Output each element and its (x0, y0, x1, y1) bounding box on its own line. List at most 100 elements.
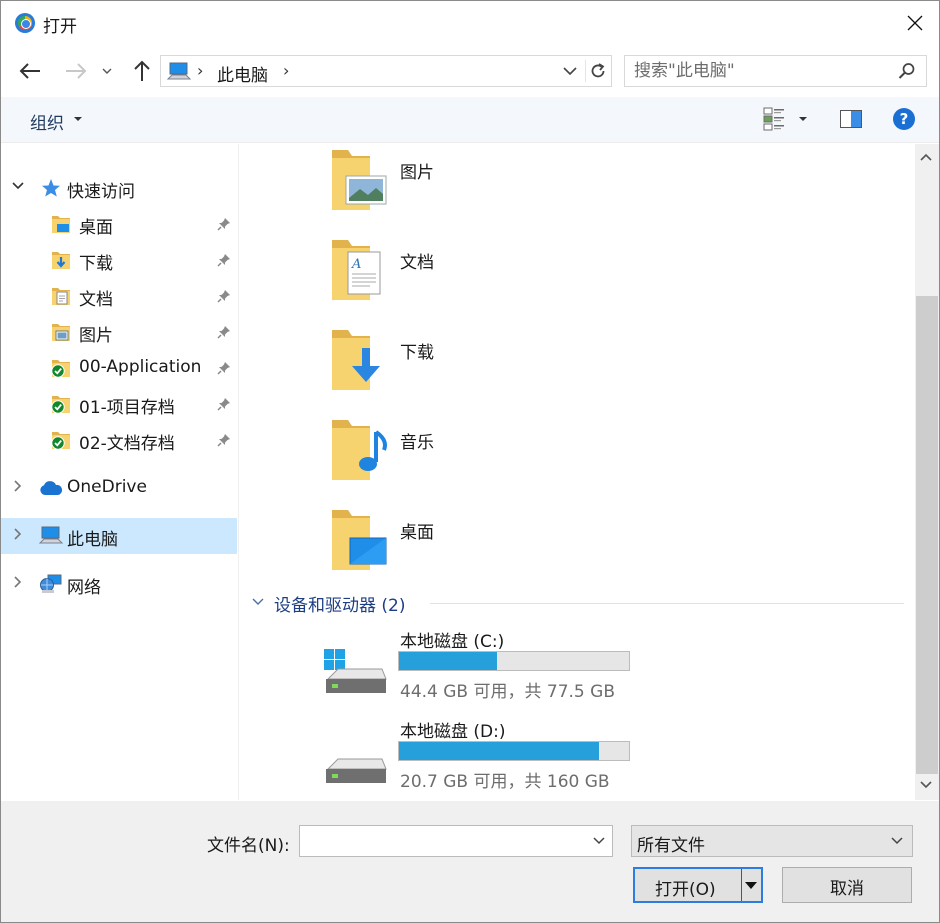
sidebar-item-label: 快速访问 (67, 182, 135, 202)
chevron-down-icon (563, 66, 577, 75)
window-title: 打开 (43, 17, 77, 37)
folder-name: 文档 (400, 253, 434, 273)
open-file-dialog: 打开 › 此电脑 › 组织 (0, 0, 940, 923)
pin-icon[interactable] (217, 396, 231, 416)
sidebar-item-label: 图片 (79, 326, 113, 346)
cancel-button[interactable]: 取消 (782, 867, 912, 903)
cancel-button-label: 取消 (830, 879, 864, 899)
sidebar-item-quick-2[interactable]: 文档 (1, 278, 237, 314)
scrollbar-thumb[interactable] (916, 296, 938, 774)
chevron-right-icon[interactable] (11, 575, 25, 589)
address-dropdown-button[interactable] (559, 60, 581, 82)
breadcrumb-separator-icon[interactable]: › (283, 61, 289, 80)
pin-icon[interactable] (217, 288, 231, 308)
open-options-caret-icon[interactable] (745, 882, 757, 889)
documents-folder-icon: A (330, 238, 390, 307)
sidebar-item-quick-4[interactable]: 00-Application (1, 350, 237, 386)
organize-menu-button[interactable]: 组织 (30, 109, 64, 134)
pin-icon[interactable] (217, 360, 231, 380)
refresh-icon (591, 63, 604, 78)
navigation-pane: 快速访问 桌面下载文档图片 00-Application 01-项目存档 02-文档存… (1, 144, 239, 800)
drive-item[interactable]: 本地磁盘 (D:) 20.7 GB 可用，共 160 GB (320, 717, 640, 800)
caret-down-icon[interactable] (74, 117, 82, 121)
address-bar[interactable]: › 此电脑 › (160, 55, 612, 87)
drive-name: 本地磁盘 (C:) (400, 632, 505, 652)
search-input[interactable] (634, 59, 889, 83)
synced-folder-icon (51, 358, 71, 383)
star-icon (42, 179, 60, 197)
group-divider (430, 603, 904, 604)
drive-free-space: 44.4 GB 可用，共 77.5 GB (400, 682, 615, 702)
split-divider (741, 869, 742, 901)
sidebar-item-quick-6[interactable]: 02-文档存档 (1, 422, 237, 458)
computer-icon (167, 62, 191, 80)
pin-icon[interactable] (217, 216, 231, 236)
breadcrumb-this-pc[interactable]: 此电脑 (217, 61, 268, 86)
chevron-down-icon[interactable] (252, 597, 264, 607)
drive-free-space: 20.7 GB 可用，共 160 GB (400, 772, 610, 792)
arrow-right-icon (66, 63, 87, 79)
music-folder-icon (330, 418, 390, 487)
sidebar-item-label: 下载 (79, 254, 113, 274)
file-type-select[interactable]: 所有文件 (631, 825, 913, 857)
breadcrumb-separator-icon[interactable]: › (197, 61, 203, 80)
folder-item[interactable]: A 文档 (330, 238, 630, 318)
svg-text:A: A (351, 257, 361, 272)
desktop-folder-icon (51, 214, 71, 239)
sidebar-item-network[interactable]: 网络 (1, 566, 237, 602)
pin-icon[interactable] (217, 324, 231, 344)
folder-item[interactable]: 下载 (330, 328, 630, 408)
vertical-scrollbar[interactable] (915, 144, 939, 800)
close-button[interactable] (901, 9, 929, 37)
folder-item[interactable]: 图片 (330, 148, 630, 228)
folder-name: 桌面 (400, 523, 434, 543)
pin-icon[interactable] (217, 432, 231, 452)
view-options-caret-icon[interactable] (799, 117, 807, 121)
refresh-button[interactable] (585, 60, 609, 82)
search-box (624, 55, 927, 87)
file-list: 图片 A 文档下载音乐桌面 设备和驱动器 (2) 本地磁盘 (C:) 44.4 GB … (240, 144, 915, 800)
open-button-label: 打开(O) (655, 880, 716, 900)
chevron-down-icon (891, 837, 903, 845)
sidebar-item-label: OneDrive (67, 477, 147, 497)
sidebar-item-label: 桌面 (79, 218, 113, 238)
forward-button[interactable] (63, 57, 89, 85)
sidebar-item-quick-access[interactable]: 快速访问 (1, 170, 237, 206)
pin-icon[interactable] (217, 252, 231, 272)
sidebar-item-quick-5[interactable]: 01-项目存档 (1, 386, 237, 422)
sidebar-item-onedrive[interactable]: OneDrive (1, 470, 237, 506)
help-icon[interactable]: ? (893, 108, 915, 130)
network-icon (40, 574, 62, 593)
scroll-down-icon[interactable] (919, 780, 933, 790)
recent-locations-button[interactable] (97, 57, 117, 85)
pictures-folder-icon (330, 148, 390, 217)
back-button[interactable] (17, 57, 43, 85)
filename-input[interactable] (306, 829, 576, 853)
sidebar-item-quick-3[interactable]: 图片 (1, 314, 237, 350)
chevron-down-icon[interactable] (11, 179, 25, 193)
drive-item[interactable]: 本地磁盘 (C:) 44.4 GB 可用，共 77.5 GB (320, 627, 640, 711)
sidebar-item-quick-0[interactable]: 桌面 (1, 206, 237, 242)
folder-item[interactable]: 音乐 (330, 418, 630, 498)
close-icon (907, 15, 923, 31)
chevron-right-icon[interactable] (11, 527, 25, 541)
synced-folder-icon (51, 430, 71, 455)
file-type-value: 所有文件 (637, 836, 705, 856)
synced-folder-icon (51, 394, 71, 419)
downloads-folder-icon (51, 250, 71, 275)
sidebar-item-label: 00-Application (79, 357, 202, 377)
scroll-up-icon[interactable] (919, 152, 933, 162)
preview-pane-button[interactable] (840, 110, 862, 128)
sidebar-item-this-pc[interactable]: 此电脑 (1, 518, 237, 554)
up-button[interactable] (129, 57, 155, 85)
drive-usage-bar (398, 651, 630, 671)
folder-item[interactable]: 桌面 (330, 508, 630, 588)
system-drive-icon (322, 647, 388, 704)
sidebar-item-quick-1[interactable]: 下载 (1, 242, 237, 278)
chevron-down-icon[interactable] (592, 831, 606, 851)
chevron-right-icon[interactable] (11, 479, 25, 493)
search-icon[interactable] (898, 62, 916, 80)
change-view-icon[interactable] (763, 107, 785, 131)
devices-group-header[interactable]: 设备和驱动器 (2) (252, 591, 904, 616)
open-button[interactable]: 打开(O) (633, 867, 763, 903)
